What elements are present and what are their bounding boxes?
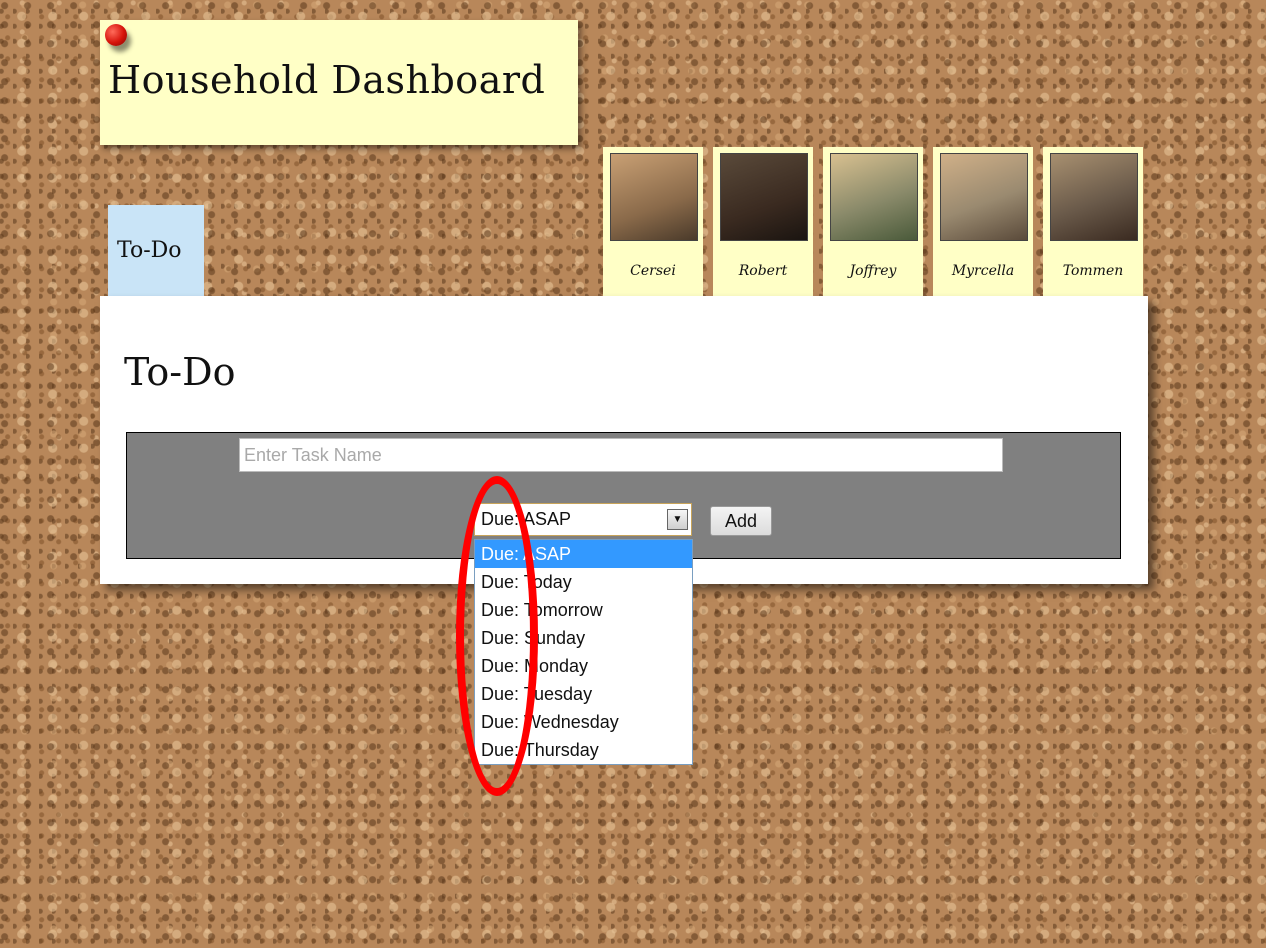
avatar	[940, 153, 1028, 241]
member-name: Tommen	[1062, 263, 1124, 279]
pushpin-icon	[105, 24, 127, 46]
member-name: Cersei	[630, 263, 676, 279]
panel-title: To-Do	[124, 350, 236, 394]
avatar	[830, 153, 918, 241]
annotation-ellipse	[456, 476, 538, 796]
member-card-myrcella[interactable]: Myrcella	[933, 147, 1033, 297]
avatar	[610, 153, 698, 241]
page-title: Household Dashboard	[108, 58, 546, 102]
member-name: Robert	[738, 263, 788, 279]
avatar	[1050, 153, 1138, 241]
member-card-robert[interactable]: Robert	[713, 147, 813, 297]
member-card-cersei[interactable]: Cersei	[603, 147, 703, 297]
add-button[interactable]: Add	[710, 506, 772, 536]
tab-todo-label: To-Do	[117, 238, 182, 263]
member-name: Myrcella	[951, 263, 1015, 279]
member-card-tommen[interactable]: Tommen	[1043, 147, 1143, 297]
member-card-joffrey[interactable]: Joffrey	[823, 147, 923, 297]
avatar	[720, 153, 808, 241]
member-name: Joffrey	[849, 263, 897, 279]
chevron-down-icon[interactable]: ▼	[667, 509, 688, 530]
task-name-input[interactable]	[239, 438, 1003, 472]
